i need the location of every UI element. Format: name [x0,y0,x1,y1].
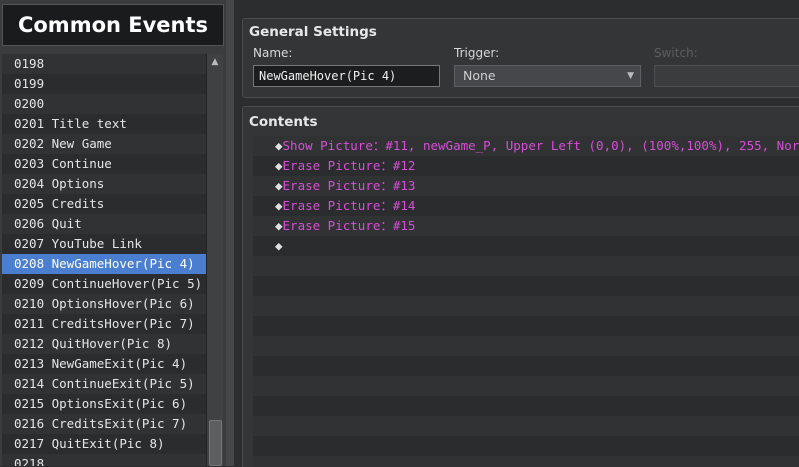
name-label: Name: [253,46,293,60]
event-list-item[interactable]: 0216 CreditsExit(Pic 7) [2,414,206,434]
command-text: Erase Picture：#14 [282,198,416,213]
event-list-item[interactable]: 0210 OptionsHover(Pic 6) [2,294,206,314]
event-list-item[interactable]: 0214 ContinueExit(Pic 5) [2,374,206,394]
command-empty-row [253,316,799,336]
command-row[interactable]: ◆Erase Picture：#12 [253,156,799,176]
command-empty-row [253,376,799,396]
event-list-item[interactable]: 0208 NewGameHover(Pic 4) [2,254,206,274]
diamond-icon: ◆ [275,198,283,213]
trigger-select[interactable]: None ▼ [454,65,641,87]
diamond-icon: ◆ [275,238,283,253]
event-list-item[interactable]: 0207 YouTube Link [2,234,206,254]
diamond-icon: ◆ [275,218,283,233]
command-row[interactable]: ◆Erase Picture：#15 [253,216,799,236]
command-empty-row [253,356,799,376]
trigger-value: None [463,68,496,83]
event-list-item[interactable]: 0201 Title text [2,114,206,134]
command-row[interactable]: ◆ [253,236,799,256]
scrollbar-thumb[interactable] [209,420,222,466]
command-list[interactable]: ◆Show Picture：#11, newGame_P, Upper Left… [253,136,799,467]
command-text: Erase Picture：#13 [282,178,416,193]
common-events-panel: Common Events 0198 0199 0200 0201 Title tex… [0,0,226,466]
common-events-title: Common Events [2,4,224,46]
event-list-item[interactable]: 0206 Quit [2,214,206,234]
command-row[interactable]: ◆Erase Picture：#14 [253,196,799,216]
command-empty-row [253,256,799,276]
event-list-item[interactable]: 0212 QuitHover(Pic 8) [2,334,206,354]
command-empty-row [253,416,799,436]
event-list-scrollbar[interactable]: ▲ [206,54,223,466]
trigger-label: Trigger: [454,46,500,60]
event-list[interactable]: 0198 0199 0200 0201 Title text 0202 New Game… [2,54,206,466]
name-input[interactable]: NewGameHover(Pic 4) [253,65,440,87]
contents-group: Contents ◆Show Picture：#11, newGame_P, U… [242,106,799,467]
command-empty-row [253,296,799,316]
command-text: Show Picture：#11, newGame_P, Upper Left … [282,138,799,153]
diamond-icon: ◆ [275,178,283,193]
command-empty-row [253,336,799,356]
switch-field [654,65,799,87]
event-list-item[interactable]: 0199 [2,74,206,94]
event-list-item[interactable]: 0215 OptionsExit(Pic 6) [2,394,206,414]
event-list-item[interactable]: 0218 [2,454,206,466]
command-empty-row [253,396,799,416]
general-settings-group: General Settings Name: NewGameHover(Pic … [242,18,799,98]
command-text: Erase Picture：#15 [282,218,416,233]
event-list-item[interactable]: 0217 QuitExit(Pic 8) [2,434,206,454]
panel-splitter[interactable] [226,0,234,466]
event-list-item[interactable]: 0204 Options [2,174,206,194]
event-list-item[interactable]: 0211 CreditsHover(Pic 7) [2,314,206,334]
general-settings-title: General Settings [249,24,377,40]
event-list-item[interactable]: 0203 Continue [2,154,206,174]
diamond-icon: ◆ [275,138,283,153]
arrow-up-icon[interactable]: ▲ [207,54,223,70]
event-list-item[interactable]: 0209 ContinueHover(Pic 5) [2,274,206,294]
command-empty-row [253,456,799,467]
event-list-item[interactable]: 0200 [2,94,206,114]
command-empty-row [253,436,799,456]
command-row[interactable]: ◆Erase Picture：#13 [253,176,799,196]
event-list-item[interactable]: 0205 Credits [2,194,206,214]
chevron-down-icon: ▼ [627,71,634,81]
event-list-item[interactable]: 0213 NewGameExit(Pic 4) [2,354,206,374]
switch-label: Switch: [654,46,698,60]
event-list-item[interactable]: 0202 New Game [2,134,206,154]
command-text: Erase Picture：#12 [282,158,416,173]
diamond-icon: ◆ [275,158,283,173]
command-empty-row [253,276,799,296]
event-list-item[interactable]: 0198 [2,54,206,74]
command-row[interactable]: ◆Show Picture：#11, newGame_P, Upper Left… [253,136,799,156]
contents-title: Contents [249,114,318,130]
